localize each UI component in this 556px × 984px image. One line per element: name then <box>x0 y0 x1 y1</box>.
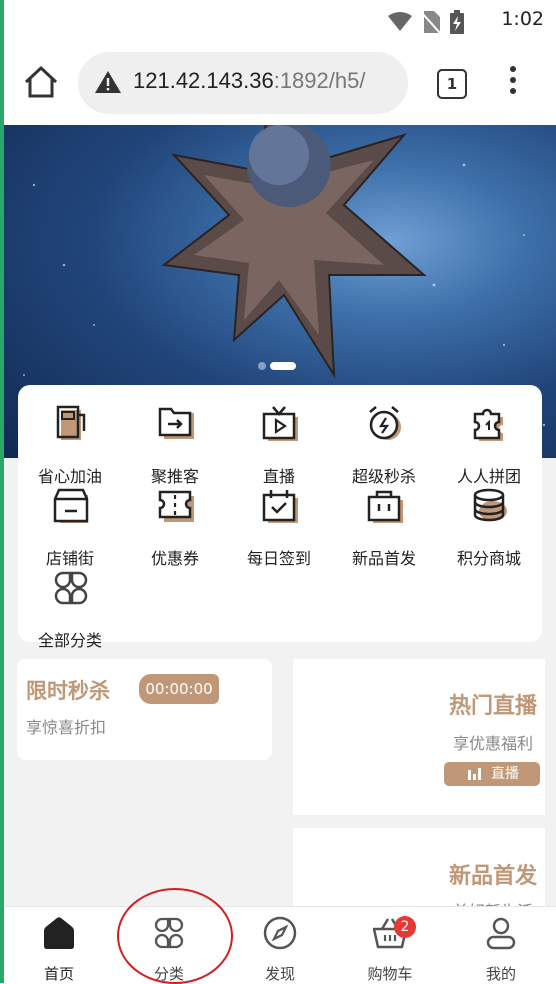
warning-icon[interactable] <box>94 70 122 94</box>
flash-sale-card[interactable]: 限时秒杀 00:00:00 享惊喜折扣 <box>17 659 272 760</box>
tab-cart[interactable]: 2 购物车 <box>340 907 440 984</box>
shortcut-new-arrivals[interactable]: 新品首发 <box>332 485 436 568</box>
hot-live-title: 热门直播 <box>448 694 537 719</box>
url-host: 121.42.143.36 <box>133 68 274 93</box>
puzzle-icon <box>473 408 503 441</box>
shortcut-jutuike[interactable]: 聚推客 <box>123 403 227 486</box>
address-bar[interactable]: 121.42.143.36:1892/h5/ <box>78 52 408 114</box>
compass-icon <box>263 916 297 950</box>
user-icon <box>486 917 516 950</box>
share-folder-icon <box>158 407 194 439</box>
gas-pump-icon <box>56 405 86 440</box>
shortcut-label: 店铺街 <box>45 549 94 568</box>
shortcut-coupons[interactable]: 优惠券 <box>123 485 227 568</box>
shortcut-label: 优惠券 <box>150 549 199 568</box>
shortcut-flash-sale[interactable]: 超级秒杀 <box>332 403 436 486</box>
no-sim-icon <box>422 11 440 33</box>
coins-icon <box>473 488 507 522</box>
tab-switcher-button[interactable]: 1 <box>437 69 467 99</box>
home-icon <box>44 917 74 949</box>
flash-sale-subtitle: 享惊喜折扣 <box>26 718 107 737</box>
tab-discover[interactable]: 发现 <box>230 907 330 984</box>
grid-icon <box>54 571 88 605</box>
carousel-dot <box>258 362 266 370</box>
shortcut-label: 超级秒杀 <box>351 467 416 486</box>
status-icons <box>388 10 464 34</box>
wifi-icon <box>388 12 412 31</box>
live-badge-label: 直播 <box>491 766 519 782</box>
new-arrivals-card[interactable]: 新品首发 美好新生活 <box>293 828 545 918</box>
tv-play-icon <box>262 406 298 441</box>
shortcut-group-buy[interactable]: 人人拼团 <box>437 403 541 486</box>
home-icon[interactable] <box>22 64 60 100</box>
url-text: 121.42.143.36:1892/h5/ <box>133 68 365 94</box>
carousel-dot-active <box>270 362 296 370</box>
more-menu-icon[interactable] <box>506 66 520 100</box>
shortcut-label: 直播 <box>262 467 295 486</box>
tab-label: 分类 <box>153 965 184 983</box>
bag-icon <box>367 490 403 523</box>
ticket-icon <box>158 490 194 522</box>
hot-live-card[interactable]: 热门直播 享优惠福利 直播 <box>293 659 545 815</box>
bottom-tab-bar: 首页 分类 发现 2 购物车 我的 <box>0 906 556 984</box>
shortcut-stores[interactable]: 店铺街 <box>18 485 122 568</box>
status-bar: 1:02 <box>0 0 556 40</box>
live-bars-icon <box>468 768 481 780</box>
shortcut-gas[interactable]: 省心加油 <box>18 403 122 486</box>
clock: 1:02 <box>501 8 544 30</box>
shortcut-all-categories[interactable]: 全部分类 <box>18 567 122 650</box>
tab-category[interactable]: 分类 <box>119 907 219 984</box>
window-edge <box>0 0 4 983</box>
url-path: :1892/h5/ <box>273 68 366 93</box>
battery-charging-icon <box>450 10 464 34</box>
tab-label: 发现 <box>264 965 295 983</box>
tab-profile[interactable]: 我的 <box>451 907 551 984</box>
shortcut-points-mall[interactable]: 积分商城 <box>437 485 541 568</box>
shortcut-label: 每日签到 <box>246 549 311 568</box>
live-badge: 直播 <box>444 762 540 786</box>
carousel-indicator <box>258 362 296 370</box>
shortcut-label: 人人拼团 <box>456 467 521 486</box>
browser-toolbar: 121.42.143.36:1892/h5/ 1 <box>0 40 556 125</box>
tab-home[interactable]: 首页 <box>9 907 109 984</box>
shortcut-label: 新品首发 <box>351 549 416 568</box>
shortcut-check-in[interactable]: 每日签到 <box>227 485 331 568</box>
hot-live-subtitle: 享优惠福利 <box>452 734 533 753</box>
alarm-clock-icon <box>369 406 401 440</box>
shortcut-label: 积分商城 <box>456 549 521 568</box>
tab-label: 首页 <box>43 965 74 983</box>
new-arrivals-title: 新品首发 <box>448 864 537 889</box>
cart-count-badge: 2 <box>394 916 416 938</box>
tab-label: 购物车 <box>367 965 413 983</box>
flash-sale-title: 限时秒杀 <box>26 679 110 703</box>
shortcut-label: 全部分类 <box>37 631 102 650</box>
category-icon <box>154 917 184 949</box>
shortcut-live[interactable]: 直播 <box>227 403 331 486</box>
tab-label: 我的 <box>485 965 516 983</box>
shortcut-grid: 省心加油 聚推客 直播 超级秒杀 人人拼团 店铺街 优惠券 每日签到 新品首发 … <box>18 385 542 650</box>
shortcut-label: 聚推客 <box>150 467 199 486</box>
calendar-check-icon <box>262 490 298 523</box>
countdown-timer: 00:00:00 <box>139 674 219 704</box>
shortcut-label: 省心加油 <box>37 467 102 486</box>
store-icon <box>53 488 89 523</box>
